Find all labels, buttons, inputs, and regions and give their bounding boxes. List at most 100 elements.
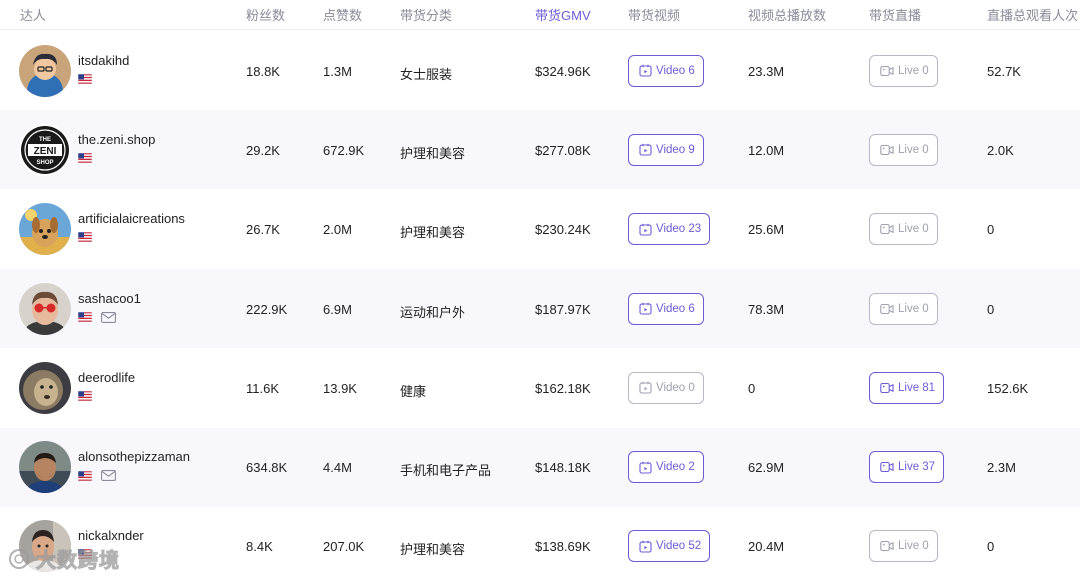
- us-flag-icon: [78, 152, 92, 163]
- likes-value: 4.4M: [323, 460, 352, 476]
- video-button[interactable]: Video 6: [628, 292, 704, 325]
- live-button-label: Live 0: [898, 540, 929, 553]
- live-button-label: Live 0: [898, 143, 929, 156]
- video-button-label: Video 52: [656, 540, 702, 553]
- avatar-itsdakihd[interactable]: [19, 44, 71, 97]
- live-button-label: Live 0: [898, 223, 929, 236]
- creator-name[interactable]: nickalxnder: [78, 528, 144, 543]
- us-flag-icon: [78, 470, 92, 481]
- avatar-the-zeni-shop[interactable]: THE ZENI SHOP: [19, 123, 71, 176]
- zeni-logo-mid-text: ZENI: [34, 146, 57, 157]
- video-views-value: 20.4M: [748, 539, 785, 555]
- category-value: 护理和美容: [400, 225, 466, 241]
- live-camera-icon: [880, 382, 894, 393]
- video-button-label: Video 6: [656, 64, 695, 77]
- header-likes[interactable]: 点赞数: [323, 5, 362, 24]
- header-gmv[interactable]: 带货GMV: [535, 5, 591, 24]
- gmv-value: $148.18K: [535, 460, 591, 476]
- live-viewers-value: 2.3M: [987, 460, 1016, 476]
- live-button[interactable]: Live 0: [869, 133, 938, 166]
- avatar-sashacoo1[interactable]: [19, 282, 71, 335]
- live-viewers-value: 0: [987, 222, 995, 238]
- video-button[interactable]: Video 9: [628, 133, 704, 166]
- likes-value: 2.0M: [323, 222, 352, 238]
- header-creator: 达人: [20, 8, 47, 23]
- video-button[interactable]: Video 6: [628, 54, 704, 87]
- live-button[interactable]: Live 0: [869, 292, 938, 325]
- mail-icon[interactable]: [101, 311, 116, 323]
- video-button-label: Video 9: [656, 143, 695, 156]
- creator-name[interactable]: alonsothepizzaman: [78, 449, 190, 464]
- live-viewers-value: 152.6K: [987, 380, 1029, 396]
- live-button[interactable]: Live 81: [869, 371, 945, 404]
- category-value: 护理和美容: [400, 542, 466, 558]
- table-header: 达人 粉丝数 点赞数 带货分类 带货GMV 带货视频 视频总播放数 带货直播 直…: [0, 0, 1080, 30]
- header-videos[interactable]: 带货视频: [628, 5, 680, 24]
- avatar-alonsothepizzaman[interactable]: [19, 441, 71, 494]
- video-views-value: 62.9M: [748, 460, 785, 476]
- table-row[interactable]: nickalxnder 8.4K 207.0K 护理和美容 $138.69K Video …: [0, 507, 1080, 578]
- live-camera-icon: [880, 144, 894, 155]
- gmv-value: $138.69K: [535, 539, 591, 555]
- live-camera-icon: [880, 224, 894, 235]
- avatar-artificialaicreations[interactable]: [19, 203, 71, 256]
- gmv-value: $230.24K: [535, 222, 591, 238]
- live-viewers-value: 52.7K: [987, 63, 1021, 79]
- table-row[interactable]: alonsothepizzaman 634.8K 4.4M 手机和电子产品 $148.1…: [0, 427, 1080, 507]
- category-value: 女士服装: [400, 66, 453, 82]
- live-camera-icon: [880, 303, 894, 314]
- live-viewers-value: 0: [987, 539, 995, 555]
- calendar-video-icon: [639, 461, 652, 474]
- gmv-value: $187.97K: [535, 301, 591, 317]
- table-row[interactable]: THE ZENI SHOP the.zeni.shop 29.2K 672.9K 护理和美容…: [0, 110, 1080, 190]
- creator-name[interactable]: the.zeni.shop: [78, 132, 155, 147]
- followers-value: 18.8K: [246, 63, 280, 79]
- mail-icon[interactable]: [101, 470, 116, 482]
- header-video-views[interactable]: 视频总播放数: [748, 5, 826, 24]
- creator-badges: [78, 73, 92, 84]
- creator-badges: [78, 390, 92, 401]
- table-row[interactable]: deerodlife 11.6K 13.9K 健康 $162.18K Video 0 0 Li…: [0, 348, 1080, 427]
- calendar-video-icon: [639, 382, 652, 394]
- live-button[interactable]: Live 37: [869, 451, 945, 484]
- category-value: 护理和美容: [400, 145, 466, 161]
- table-row[interactable]: itsdakihd 18.8K 1.3M 女士服装 $324.96K Video 6 23.…: [0, 31, 1080, 110]
- table-row[interactable]: sashacoo1 222.9K 6.9M 运动和户外 $187.97K Video 6 7…: [0, 268, 1080, 348]
- calendar-video-icon: [639, 540, 652, 553]
- live-button[interactable]: Live 0: [869, 213, 938, 246]
- header-category: 带货分类: [400, 8, 453, 23]
- category-value: 手机和电子产品: [400, 463, 492, 479]
- creator-name[interactable]: artificialaicreations: [78, 211, 185, 226]
- video-button-label: Video 2: [656, 461, 695, 474]
- creator-badges: [78, 152, 92, 163]
- creator-name[interactable]: itsdakihd: [78, 53, 129, 68]
- live-button[interactable]: Live 0: [869, 54, 938, 87]
- header-live-viewers[interactable]: 直播总观看人次: [987, 5, 1078, 24]
- avatar-deerodlife[interactable]: [19, 361, 71, 414]
- category-value: 健康: [400, 383, 427, 399]
- live-button-label: Live 81: [898, 381, 936, 394]
- live-button[interactable]: Live 0: [869, 530, 938, 563]
- us-flag-icon: [78, 73, 92, 84]
- table-row[interactable]: artificialaicreations 26.7K 2.0M 护理和美容 $230.…: [0, 190, 1080, 269]
- live-button-label: Live 37: [898, 461, 936, 474]
- header-lives[interactable]: 带货直播: [869, 5, 921, 24]
- likes-value: 207.0K: [323, 539, 365, 555]
- video-button[interactable]: Video 2: [628, 451, 704, 484]
- video-button[interactable]: Video 0: [628, 371, 704, 404]
- video-button-label: Video 6: [656, 302, 695, 315]
- followers-value: 11.6K: [246, 380, 280, 396]
- video-views-value: 23.3M: [748, 63, 785, 79]
- calendar-video-icon: [639, 223, 652, 236]
- creator-name[interactable]: deerodlife: [78, 370, 135, 385]
- live-viewers-value: 0: [987, 301, 995, 317]
- followers-value: 222.9K: [246, 301, 288, 317]
- creator-name[interactable]: sashacoo1: [78, 291, 141, 306]
- video-button[interactable]: Video 52: [628, 530, 711, 563]
- zeni-logo-bottom-text: SHOP: [36, 160, 53, 166]
- header-followers[interactable]: 粉丝数: [246, 5, 285, 24]
- video-button[interactable]: Video 23: [628, 213, 711, 246]
- likes-value: 6.9M: [323, 301, 352, 317]
- video-button-label: Video 23: [656, 223, 702, 236]
- followers-value: 8.4K: [246, 539, 273, 555]
